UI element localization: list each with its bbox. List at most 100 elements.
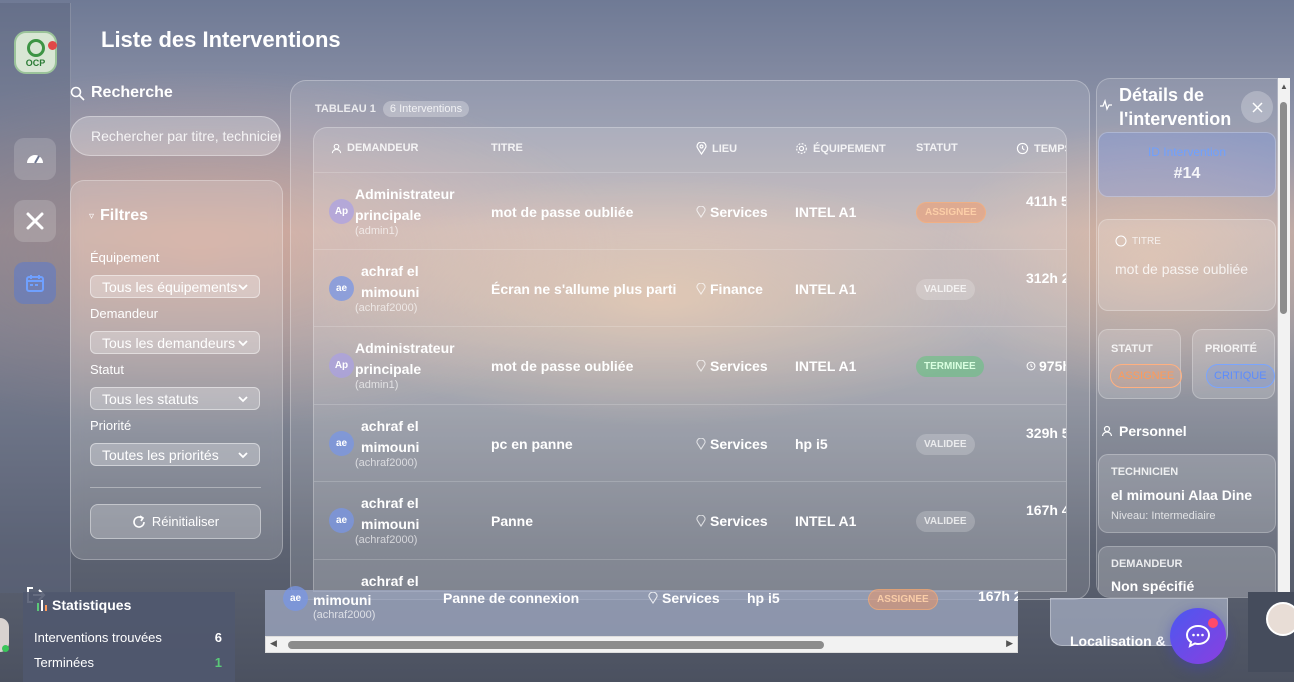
filter-statut-label: Statut [90, 362, 124, 377]
ocp-logo[interactable]: OCP [14, 31, 57, 74]
table-overflow-row: ae mimouni (achraf2000) Panne de connexi… [265, 586, 1018, 642]
col-equipement[interactable]: ÉQUIPEMENT [795, 142, 886, 155]
chat-button[interactable] [1170, 608, 1226, 664]
table-row[interactable]: achraf el mimouni [314, 559, 1066, 591]
demandeur-name: achraf el mimouni [361, 418, 420, 455]
stat-found-label: Interventions trouvées [34, 630, 162, 645]
filter-priorite-label: Priorité [90, 418, 132, 433]
table-row[interactable]: ae achraf el mimouni (achraf2000) Écran … [314, 249, 1066, 327]
titre-value: mot de passe oubliée [1115, 261, 1249, 277]
reset-button[interactable]: Réinitialiser [90, 504, 261, 539]
avatar: ae [283, 586, 308, 611]
filter-priorite-select[interactable]: Toutes les priorités [90, 443, 260, 466]
temps-cell: 312h 20min [1026, 270, 1066, 286]
stats-title: Statistiques [36, 596, 131, 614]
statut-label: STATUT [1111, 343, 1153, 355]
avatar: Ap [329, 199, 354, 224]
equipement-cell: hp i5 [795, 436, 828, 452]
id-value: #14 [1173, 165, 1201, 182]
intervention-title: Écran ne s'allume plus parti [491, 281, 677, 297]
horizontal-scrollbar[interactable]: ◀ ▶ [265, 636, 1018, 653]
nav-dashboard[interactable] [14, 138, 56, 180]
page-title: Liste des Interventions [101, 27, 341, 52]
location-pin-icon [696, 206, 706, 218]
interventions-table: DEMANDEUR TITRE LIEU ÉQUIPEMENT STATUT T… [313, 127, 1067, 592]
gauge-icon [27, 155, 43, 164]
location-pin-icon [696, 438, 706, 450]
demandeur-name: achraf el mimouni [361, 263, 420, 300]
search-input[interactable]: Rechercher par titre, technicien... [70, 116, 281, 156]
lieu-text: Services [710, 436, 768, 452]
scroll-up-icon[interactable]: ▲ [1280, 82, 1288, 91]
col-equipement-label: ÉQUIPEMENT [813, 142, 886, 155]
status-badge: ASSIGNEE [916, 202, 986, 223]
details-panel: Détails de l'intervention ID Interventio… [1096, 78, 1278, 598]
intervention-title: Panne [491, 513, 534, 529]
demandeur-value: Non spécifié [1111, 578, 1195, 594]
close-button[interactable] [1241, 91, 1273, 123]
search-panel: Recherche Rechercher par titre, technici… [70, 78, 283, 158]
lieu-cell: Services [696, 436, 768, 452]
intervention-title: mot de passe oubliée [491, 358, 634, 374]
close-icon [1251, 101, 1263, 113]
gear-icon [796, 143, 807, 154]
filter-demandeur-select[interactable]: Tous les demandeurs [90, 331, 260, 354]
col-statut-label: STATUT [916, 142, 958, 154]
avatar[interactable] [1266, 602, 1294, 636]
temps-cell: 975h [1026, 356, 1066, 376]
avatar: ae [329, 276, 354, 301]
filter-demandeur-label: Demandeur [90, 306, 158, 321]
temps-cell: 167h 29min [978, 588, 1018, 604]
stat-found-value: 6 [214, 630, 222, 645]
avatar: ae [329, 508, 354, 533]
table-header: TABLEAU 1 6 Interventions [315, 101, 470, 117]
stats-panel: Statistiques Interventions trouvées 6 Ter… [23, 592, 235, 682]
table-row[interactable]: Ap Administrateur principale (admin1) mo… [314, 172, 1066, 250]
col-temps-label: TEMPS [1034, 142, 1066, 155]
priorite-card: PRIORITÉ CRITIQUE [1192, 329, 1275, 399]
vertical-scrollbar[interactable]: ▲ ▼ [1278, 78, 1290, 644]
lieu-cell: Services [696, 358, 768, 374]
scrollbar-thumb[interactable] [1280, 102, 1287, 314]
location-pin-icon [696, 142, 707, 155]
temps-text: 975h [1039, 358, 1066, 374]
table-row[interactable]: ae achraf el mimouni (achraf2000) Panne … [314, 481, 1066, 559]
filter-equipement-value: Tous les équipements [102, 278, 238, 295]
statut-card: STATUT ASSIGNEE [1098, 329, 1183, 399]
filter-equipement-select[interactable]: Tous les équipements [90, 275, 260, 298]
col-lieu[interactable]: LIEU [696, 142, 737, 155]
nav-tools[interactable] [14, 200, 56, 242]
scroll-right-icon[interactable]: ▶ [1006, 638, 1013, 649]
intervention-title: pc en panne [491, 436, 573, 452]
demandeur-name-overflow: mimouni [313, 592, 372, 608]
location-pin-icon [648, 592, 658, 604]
col-titre[interactable]: TITRE [491, 142, 523, 154]
filter-statut-select[interactable]: Tous les statuts [90, 387, 260, 410]
col-temps[interactable]: TEMPS [1016, 142, 1066, 155]
tools-icon [26, 212, 44, 230]
nav-calendar[interactable] [14, 262, 56, 304]
logo-emblem [27, 39, 45, 57]
avatar: Ap [329, 353, 354, 378]
calendar-icon [26, 275, 44, 292]
table-row[interactable]: Ap Administrateur principale (admin1) mo… [314, 326, 1066, 404]
col-statut[interactable]: STATUT [916, 142, 958, 154]
scroll-left-icon[interactable]: ◀ [270, 638, 277, 649]
avatar: ae [329, 431, 354, 456]
demandeur-username: (admin1) [355, 225, 399, 237]
status-badge: VALIDEE [916, 434, 975, 455]
logo-text: OCP [25, 58, 46, 68]
demandeur-username: (achraf2000) [355, 302, 418, 314]
scrollbar-thumb[interactable] [288, 641, 824, 649]
online-status-dot [2, 645, 9, 652]
notification-dot [48, 41, 57, 50]
lieu-cell: Services [648, 590, 720, 606]
table-row[interactable]: ae achraf el mimouni (achraf2000) pc en … [314, 404, 1066, 482]
demandeur-username: (achraf2000) [355, 534, 418, 546]
stat-done: Terminées 1 [34, 655, 222, 670]
col-demandeur[interactable]: DEMANDEUR [331, 142, 419, 154]
titre-label-text: TITRE [1132, 235, 1161, 247]
stat-done-label: Terminées [34, 655, 94, 670]
details-title: Détails de l'intervention [1119, 85, 1232, 129]
divider [90, 487, 261, 488]
